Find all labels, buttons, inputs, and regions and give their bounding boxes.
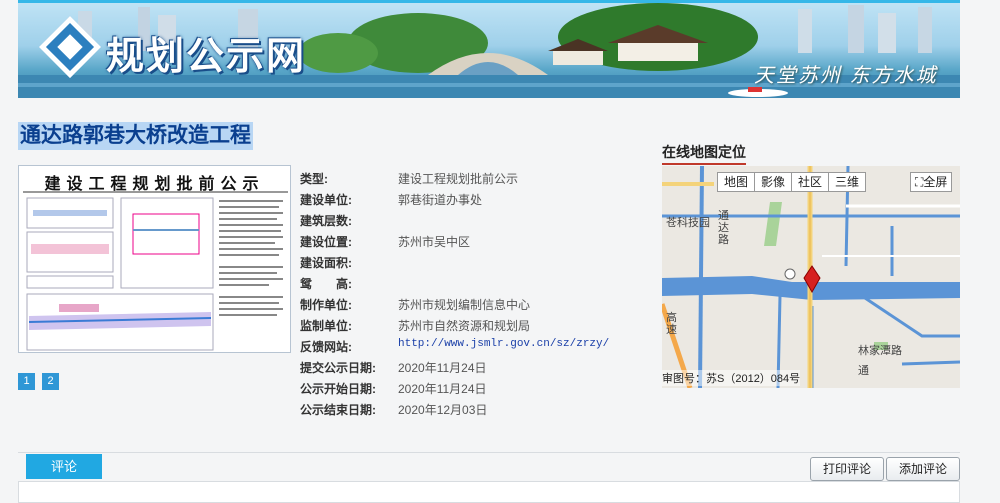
info-value: 苏州市吴中区 bbox=[398, 235, 471, 249]
map-tiles bbox=[662, 166, 960, 388]
info-value: 2020年11月24日 bbox=[398, 361, 487, 375]
comment-section: 评论 打印评论 添加评论 bbox=[18, 452, 960, 503]
banner-slogan: 天堂苏州 东方水城 bbox=[754, 65, 938, 87]
map-fullscreen-button[interactable]: ⛶全屏 bbox=[910, 172, 953, 192]
page-button-1[interactable]: 1 bbox=[18, 373, 35, 390]
info-label: 类型: bbox=[300, 172, 328, 186]
info-label: 建设位置: bbox=[300, 235, 352, 249]
info-value: 郭巷街道办事处 bbox=[398, 193, 483, 207]
map-type-map-button[interactable]: 地图 bbox=[717, 172, 756, 192]
info-label: 反馈网站: bbox=[300, 340, 352, 354]
info-value: 2020年12月03日 bbox=[398, 403, 488, 417]
info-label: 鸳 高: bbox=[300, 277, 352, 291]
page-button-2[interactable]: 2 bbox=[42, 373, 59, 390]
page-title: 通达路郭巷大桥改造工程 bbox=[18, 122, 253, 150]
map-type-controls: 地图 影像 社区 三维 bbox=[717, 172, 867, 192]
notice-thumbnail[interactable]: 建设工程规划批前公示 bbox=[18, 165, 291, 353]
add-comment-button[interactable]: 添加评论 bbox=[886, 457, 960, 481]
info-label: 建筑层数: bbox=[300, 214, 352, 228]
info-label: 制作单位: bbox=[300, 298, 352, 312]
info-label: 建设单位: bbox=[300, 193, 352, 207]
print-comments-button[interactable]: 打印评论 bbox=[810, 457, 885, 481]
info-value: 建设工程规划批前公示 bbox=[398, 172, 519, 186]
online-map[interactable]: 地图 影像 社区 三维 ⛶全屏 苍科技园 通达路 高速 林家潭路 通 审图号：苏… bbox=[662, 166, 960, 388]
map-label-expressway: 高速 bbox=[666, 312, 677, 336]
info-value: 2020年11月24日 bbox=[398, 382, 487, 396]
map-heading: 在线地图定位 bbox=[662, 142, 746, 165]
map-credit: 审图号：苏S（2012）084号 bbox=[662, 370, 801, 386]
site-title[interactable]: 规划公示网 bbox=[106, 25, 306, 80]
comment-tab[interactable]: 评论 bbox=[26, 454, 102, 479]
info-label: 监制单位: bbox=[300, 319, 352, 333]
map-label-village: 林家潭路 bbox=[858, 345, 902, 357]
map-label-road: 通达路 bbox=[718, 210, 729, 246]
info-label: 提交公示日期: bbox=[300, 361, 376, 375]
info-value: 苏州市规划编制信息中心 bbox=[398, 298, 531, 312]
feedback-link[interactable]: http://www.jsmlr.gov.cn/sz/zrzy/ bbox=[398, 338, 609, 350]
info-label: 公示开始日期: bbox=[300, 382, 376, 396]
map-type-image-button[interactable]: 影像 bbox=[754, 172, 793, 192]
site-banner: 规划公示网 天堂苏州 东方水城 bbox=[18, 0, 960, 98]
map-label-road-2: 通 bbox=[858, 365, 869, 377]
map-type-community-button[interactable]: 社区 bbox=[791, 172, 830, 192]
info-label: 公示结束日期: bbox=[300, 403, 376, 417]
map-label-school: 苍科技园 bbox=[666, 217, 710, 229]
info-value: 苏州市自然资源和规划局 bbox=[398, 319, 531, 333]
fullscreen-label: 全屏 bbox=[923, 175, 948, 189]
info-label: 建设面积: bbox=[300, 256, 352, 270]
thumbnail-drawings bbox=[23, 191, 288, 351]
comment-panel bbox=[18, 481, 960, 503]
map-type-3d-button[interactable]: 三维 bbox=[828, 172, 867, 192]
